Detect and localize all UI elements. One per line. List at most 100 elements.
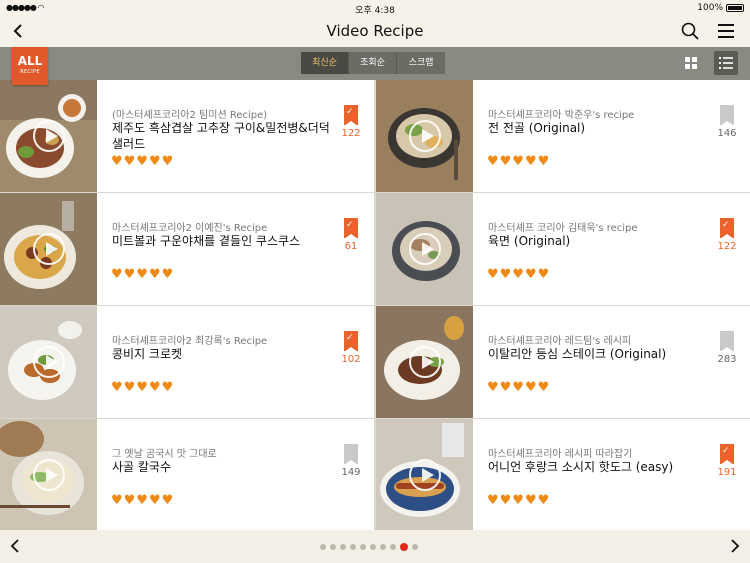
recipe-thumbnail [0,193,97,305]
badge-sublabel: RECIPE [20,69,40,75]
bookmark-check-icon [344,218,358,239]
bookmark-check-icon [720,444,734,465]
recipe-chef: (마스터셰프코리아2 팀미션 Recipe) [112,110,268,121]
sort-scrap-tab[interactable]: 스크랩 [397,52,445,74]
rating-hearts-icon: ♥♥♥♥♥ [111,493,175,508]
previous-page-icon[interactable] [8,538,24,554]
scrap-count: 146 [717,128,737,139]
recipe-card[interactable]: 마스터셰프코리아 레드팀's 레시피 이탈리안 등심 스테이크 (Origina… [376,306,750,418]
pagination-bar [0,530,750,563]
scrap-count: 61 [344,241,358,252]
recipe-title: 콩비지 크로켓 [112,347,183,361]
scrap-button[interactable]: 149 [340,444,362,478]
scrap-count: 191 [717,467,737,478]
recipe-chef: 마스터셰프코리아2 최강록's Recipe [112,336,268,347]
bookmark-check-icon [720,218,734,239]
status-time: 오후 4:38 [355,6,395,16]
recipe-title: 제주도 흑삼겹살 고추장 구이&밀전병&더덕 샐러드 [112,121,330,151]
rating-hearts-icon: ♥♥♥♥♥ [111,267,175,282]
scrap-button[interactable]: 122 [340,105,362,139]
recipe-thumbnail [376,306,473,418]
play-icon [409,459,441,491]
rating-hearts-icon: ♥♥♥♥♥ [111,380,175,395]
all-recipe-badge[interactable]: ALL RECIPE [12,47,48,85]
recipe-thumbnail [0,419,97,531]
scrap-button[interactable]: 283 [716,331,738,365]
scrap-button[interactable]: 122 [716,218,738,252]
page-dot[interactable] [360,544,366,550]
recipe-thumbnail [0,80,97,192]
sort-views-tab[interactable]: 조회순 [349,52,397,74]
rating-hearts-icon: ♥♥♥♥♥ [111,154,175,169]
scrap-button[interactable]: 102 [340,331,362,365]
recipe-card[interactable]: 마스터셰프코리아2 최강록's Recipe 콩비지 크로켓 ♥♥♥♥♥ 102 [0,306,374,418]
play-icon [409,346,441,378]
scrap-button[interactable]: 146 [716,105,738,139]
page-indicator [320,543,418,551]
bookmark-icon [344,444,358,465]
bookmark-icon [720,105,734,126]
recipe-card[interactable]: 마스터셰프코리아 박준우's recipe 전 전골 (Original) ♥♥… [376,80,750,192]
recipe-thumbnail [0,306,97,418]
recipe-thumbnail [376,193,473,305]
search-icon[interactable] [680,21,700,41]
page-dot[interactable] [340,544,346,550]
rating-hearts-icon: ♥♥♥♥♥ [487,493,551,508]
recipe-chef: 마스터셰프코리아 레드팀's 레시피 [488,336,632,347]
recipe-card[interactable]: (마스터셰프코리아2 팀미션 Recipe) 제주도 흑삼겹살 고추장 구이&밀… [0,80,374,192]
filter-bar: ALL RECIPE 최신순 조회순 스크랩 [0,47,750,85]
recipe-thumbnail [376,419,473,531]
bookmark-icon [720,331,734,352]
scrap-count: 283 [717,354,737,365]
recipe-title: 어니언 후랑크 소시지 핫도그 (easy) [488,460,674,474]
page-dot[interactable] [380,544,386,550]
page-title: Video Recipe [326,22,424,40]
recipe-card[interactable]: 마스터셰프코리아 레시피 따라잡기 어니언 후랑크 소시지 핫도그 (easy)… [376,419,750,531]
scrap-button[interactable]: 191 [716,444,738,478]
rating-hearts-icon: ♥♥♥♥♥ [487,267,551,282]
play-icon [33,233,65,265]
play-icon [33,459,65,491]
sort-segmented-control: 최신순 조회순 스크랩 [301,52,445,74]
menu-icon[interactable] [716,22,736,40]
scrap-count: 149 [341,467,361,478]
page-dot[interactable] [412,544,418,550]
recipe-card[interactable]: 마스터셰프 코리아 김태욱's recipe 육면 (Original) ♥♥♥… [376,193,750,305]
scrap-button[interactable]: 61 [340,218,362,252]
recipe-chef: 마스터셰프코리아2 이예진's Recipe [112,223,268,234]
recipe-title: 육면 (Original) [488,234,571,248]
next-page-icon[interactable] [726,538,742,554]
sort-latest-tab[interactable]: 최신순 [301,52,349,74]
scrap-count: 102 [341,354,361,365]
grid-view-icon[interactable] [680,52,702,74]
navigation-bar: Video Recipe [0,16,750,47]
recipe-chef: 그 옛날 곰국시 맛 그대로 [112,449,217,460]
scrap-count: 122 [717,241,737,252]
status-bar: ●●●●● ◠ 오후 4:38 100% [0,0,750,16]
recipe-title: 이탈리안 등심 스테이크 (Original) [488,347,667,361]
page-dot[interactable] [330,544,336,550]
recipe-chef: 마스터셰프 코리아 김태욱's recipe [488,223,638,234]
badge-label: ALL [17,54,43,68]
list-view-icon[interactable] [714,51,738,75]
bookmark-check-icon [344,105,358,126]
recipe-title: 사골 칼국수 [112,460,172,474]
play-icon [409,233,441,265]
recipe-list: (마스터셰프코리아2 팀미션 Recipe) 제주도 흑삼겹살 고추장 구이&밀… [0,80,750,531]
scrap-count: 122 [341,128,361,139]
page-dot[interactable] [320,544,326,550]
play-icon [33,346,65,378]
page-dot[interactable] [390,544,396,550]
battery-indicator: 100% [697,3,744,13]
recipe-title: 전 전골 (Original) [488,121,586,135]
rating-hearts-icon: ♥♥♥♥♥ [487,154,551,169]
page-dot[interactable] [370,544,376,550]
page-dot[interactable] [400,543,408,551]
rating-hearts-icon: ♥♥♥♥♥ [487,380,551,395]
battery-icon [726,4,744,12]
recipe-card[interactable]: 그 옛날 곰국시 맛 그대로 사골 칼국수 ♥♥♥♥♥ 149 [0,419,374,531]
recipe-thumbnail [376,80,473,192]
play-icon [33,120,65,152]
recipe-card[interactable]: 마스터셰프코리아2 이예진's Recipe 미트볼과 구운야채를 곁들인 쿠스… [0,193,374,305]
page-dot[interactable] [350,544,356,550]
